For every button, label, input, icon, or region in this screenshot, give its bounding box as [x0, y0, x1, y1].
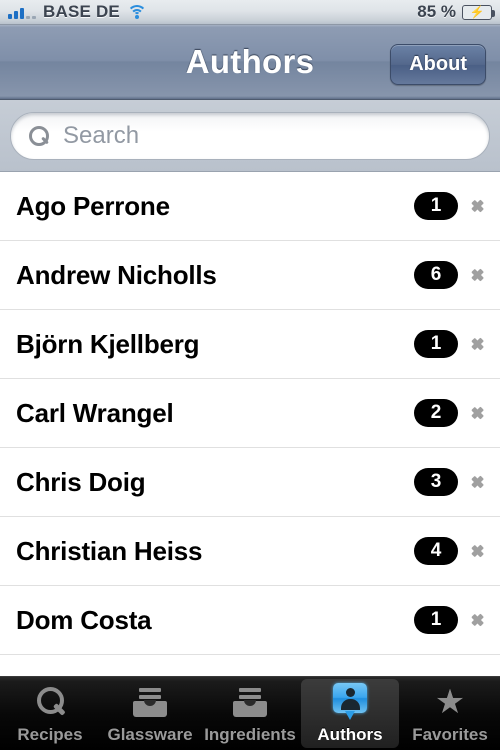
author-name: Ago Perrone: [16, 190, 170, 221]
status-bar-right: 85 % ⚡: [417, 2, 495, 22]
navigation-bar: Authors About: [0, 25, 500, 100]
app-screen: BASE DE 85 % ⚡ Authors About Search Ago …: [0, 0, 500, 750]
chevron-right-icon[interactable]: [472, 264, 486, 286]
row-accessory: 2: [414, 399, 486, 427]
chevron-right-icon[interactable]: [472, 195, 486, 217]
status-bar-left: BASE DE: [8, 2, 147, 22]
table-row[interactable]: Carl Wrangel 2: [0, 379, 500, 448]
row-accessory: 6: [414, 261, 486, 289]
chevron-right-icon[interactable]: [472, 609, 486, 631]
card-box-icon: [233, 682, 267, 722]
table-row[interactable]: Christian Heiss 4: [0, 517, 500, 586]
table-row[interactable]: Ago Perrone 1: [0, 172, 500, 241]
authors-list[interactable]: Ago Perrone 1 Andrew Nicholls 6 Björn Kjellb…: [0, 172, 500, 676]
recipe-count-badge: 6: [414, 261, 458, 289]
tab-glassware[interactable]: Glassware: [101, 679, 199, 748]
charging-bolt-icon: ⚡: [469, 5, 485, 19]
row-accessory: 1: [414, 606, 486, 634]
author-name: Andrew Nicholls: [16, 259, 217, 290]
status-bar: BASE DE 85 % ⚡: [0, 0, 500, 25]
tab-label: Recipes: [17, 725, 83, 744]
star-icon: ★: [434, 683, 466, 721]
wifi-icon: [126, 5, 147, 19]
author-name: Carl Wrangel: [16, 397, 174, 428]
row-accessory: 1: [414, 192, 486, 220]
tab-label: Glassware: [107, 725, 193, 744]
search-placeholder: Search: [63, 121, 140, 149]
signal-bars-icon: [8, 6, 36, 19]
tab-label: Ingredients: [204, 725, 296, 744]
author-name: Christian Heiss: [16, 535, 203, 566]
author-name: Björn Kjellberg: [16, 328, 200, 359]
recipe-count-badge: 2: [414, 399, 458, 427]
table-row[interactable]: Chris Doig 3: [0, 448, 500, 517]
tab-bar: Recipes Glassware Ingredients Authors ★ Favor…: [0, 676, 500, 750]
search-bar: Search: [0, 100, 500, 172]
magnifier-icon: [35, 682, 65, 722]
row-accessory: 4: [414, 537, 486, 565]
search-input[interactable]: Search: [10, 111, 490, 160]
tab-authors[interactable]: Authors: [301, 679, 399, 748]
chevron-right-icon[interactable]: [472, 471, 486, 493]
tab-recipes[interactable]: Recipes: [1, 679, 99, 748]
table-row[interactable]: Dom Costa 1: [0, 586, 500, 655]
recipe-count-badge: 1: [414, 606, 458, 634]
page-title: Authors: [185, 43, 315, 80]
recipe-count-badge: 1: [414, 192, 458, 220]
chevron-right-icon[interactable]: [472, 402, 486, 424]
about-button[interactable]: About: [390, 44, 486, 85]
carrier-label: BASE DE: [43, 2, 120, 21]
author-name: Dom Costa: [16, 604, 152, 635]
battery-charging-icon: ⚡: [462, 4, 495, 20]
row-accessory: 3: [414, 468, 486, 496]
tab-label: Favorites: [412, 725, 488, 744]
battery-percent-label: 85 %: [417, 2, 456, 21]
author-name: Chris Doig: [16, 466, 146, 497]
chevron-right-icon[interactable]: [472, 540, 486, 562]
person-pin-icon: [333, 682, 367, 722]
card-box-icon: [133, 682, 167, 722]
row-accessory: 1: [414, 330, 486, 358]
recipe-count-badge: 1: [414, 330, 458, 358]
tab-ingredients[interactable]: Ingredients: [201, 679, 299, 748]
table-row[interactable]: Björn Kjellberg 1: [0, 310, 500, 379]
table-row[interactable]: Andrew Nicholls 6: [0, 241, 500, 310]
table-row[interactable]: [0, 655, 500, 676]
search-icon: [29, 125, 49, 146]
tab-favorites[interactable]: ★ Favorites: [401, 679, 499, 748]
recipe-count-badge: 3: [414, 468, 458, 496]
tab-label: Authors: [317, 725, 383, 744]
recipe-count-badge: 4: [414, 537, 458, 565]
chevron-right-icon[interactable]: [472, 333, 486, 355]
